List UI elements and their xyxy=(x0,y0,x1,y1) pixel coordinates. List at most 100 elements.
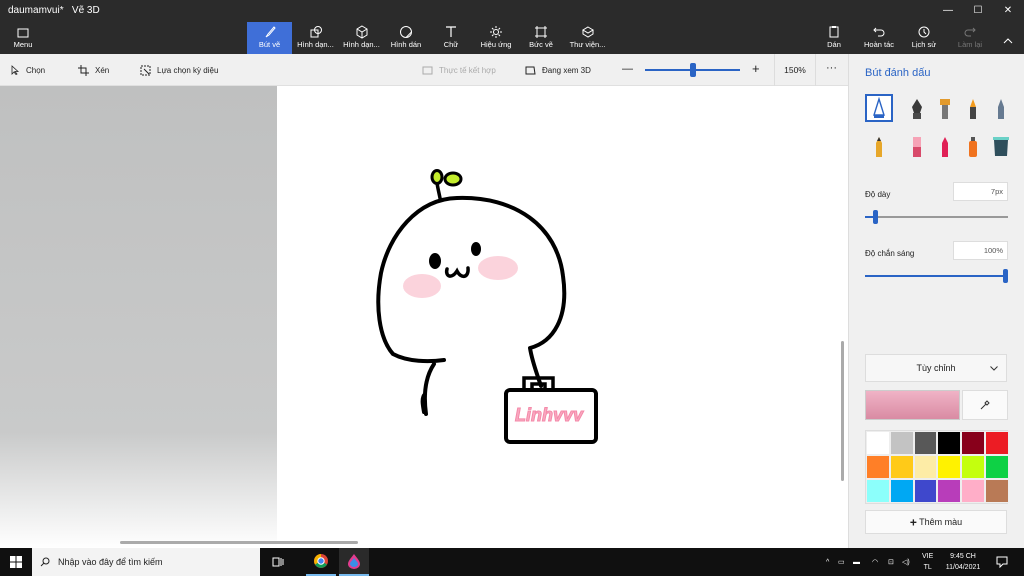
zoom-value[interactable]: 150% xyxy=(774,54,816,86)
crayon-icon xyxy=(942,137,948,157)
zoom-slider-thumb[interactable] xyxy=(689,63,696,77)
doodle-drawing: Linhvvv xyxy=(376,169,598,444)
tool-2d-shapes[interactable]: Hình dạn... xyxy=(293,22,338,54)
history-button[interactable]: Lịch sử xyxy=(906,22,942,54)
task-view-button[interactable] xyxy=(263,548,293,576)
chevron-down-icon xyxy=(990,366,998,371)
color-swatch[interactable] xyxy=(913,431,938,455)
keyboard-icon[interactable]: ▭ xyxy=(838,548,845,576)
tool-canvas[interactable]: Bức vẽ xyxy=(520,22,562,54)
crop-button[interactable]: Xén xyxy=(78,62,109,78)
color-swatch[interactable] xyxy=(889,431,914,455)
spray-can-brush[interactable] xyxy=(959,132,987,160)
horizontal-scrollbar[interactable] xyxy=(120,541,358,544)
network-icon[interactable]: ⊡ xyxy=(888,548,894,576)
pixel-pen-brush[interactable] xyxy=(987,94,1015,122)
color-swatch[interactable] xyxy=(913,455,938,479)
pixel-pen-icon xyxy=(998,99,1004,119)
workspace-background xyxy=(0,86,277,548)
undo-button[interactable]: Hoàn tác xyxy=(860,22,898,54)
oil-brush[interactable] xyxy=(931,94,959,122)
paste-icon xyxy=(820,22,848,40)
marker-brush[interactable] xyxy=(865,94,893,122)
crayon-brush[interactable] xyxy=(931,132,959,160)
color-swatch[interactable] xyxy=(913,479,938,503)
wifi-icon[interactable]: ◠ xyxy=(872,548,878,576)
tool-effects[interactable]: Hiệu ứng xyxy=(475,22,517,54)
redo-button[interactable]: Làm lại xyxy=(952,22,988,54)
cursor-icon xyxy=(11,65,20,75)
tool-brushes[interactable]: Bút vẽ xyxy=(247,22,292,54)
color-palette xyxy=(865,430,1009,504)
collapse-ribbon-button[interactable] xyxy=(996,22,1020,54)
thickness-slider[interactable] xyxy=(865,216,1008,218)
color-swatch[interactable] xyxy=(866,431,890,455)
chrome-taskbar-button[interactable] xyxy=(306,548,336,576)
drawing-canvas[interactable]: Linhvvv xyxy=(277,86,847,548)
tool-stickers[interactable]: Hình dán xyxy=(385,22,427,54)
thickness-slider-thumb[interactable] xyxy=(873,210,878,224)
color-swatch[interactable] xyxy=(937,455,962,479)
canvas-icon xyxy=(520,22,562,40)
mixed-reality-button[interactable]: Thực tế kết hợp xyxy=(422,62,496,78)
thickness-input[interactable]: 7px xyxy=(953,182,1008,201)
opacity-slider[interactable] xyxy=(865,275,1008,277)
pencil-icon xyxy=(876,137,882,157)
color-swatch[interactable] xyxy=(961,431,985,455)
task-view-icon xyxy=(272,557,284,567)
paint3d-taskbar-button[interactable] xyxy=(339,548,369,576)
color-swatch[interactable] xyxy=(889,479,914,503)
paste-button[interactable]: Dán xyxy=(820,22,848,54)
more-button[interactable]: ··· xyxy=(826,60,837,76)
2d-shapes-icon xyxy=(293,22,338,40)
title-and-ribbon: daumamvui* Vẽ 3D — ☐ ✕ Menu Bút vẽ Hình … xyxy=(0,0,1024,54)
magic-select-button[interactable]: Lựa chọn kỳ diệu xyxy=(140,62,218,78)
add-color-button[interactable]: + Thêm màu xyxy=(865,510,1007,534)
eyedropper-button[interactable] xyxy=(962,390,1008,420)
tool-3d-library[interactable]: Thư viện... xyxy=(565,22,610,54)
zoom-in-button[interactable]: + xyxy=(752,60,760,76)
color-swatch[interactable] xyxy=(984,455,1009,479)
magic-select-icon xyxy=(140,65,151,75)
tool-text[interactable]: Chữ xyxy=(430,22,472,54)
color-swatch[interactable] xyxy=(984,479,1009,503)
eraser-brush[interactable] xyxy=(903,132,931,160)
color-swatch[interactable] xyxy=(961,455,985,479)
chevron-up-icon xyxy=(996,22,1020,44)
volume-icon[interactable]: ◁) xyxy=(902,548,910,576)
tray-chevron[interactable]: ^ xyxy=(826,548,829,576)
view-3d-button[interactable]: Đang xem 3D xyxy=(525,62,591,78)
color-swatch[interactable] xyxy=(984,431,1009,455)
color-swatch[interactable] xyxy=(866,455,890,479)
battery-icon[interactable]: ▬ xyxy=(853,548,860,576)
tool-3d-shapes[interactable]: Hình dạn... xyxy=(339,22,384,54)
brush-panel: Bút đánh dấu Độ dày 7px Độ chắn sáng 100… xyxy=(848,54,1024,548)
watercolor-brush[interactable] xyxy=(959,94,987,122)
select-button[interactable]: Chọn xyxy=(10,62,45,78)
calligraphy-pen-brush[interactable] xyxy=(903,94,931,122)
zoom-out-button[interactable]: — xyxy=(622,61,633,77)
opacity-input[interactable]: 100% xyxy=(953,241,1008,260)
color-swatch[interactable] xyxy=(866,479,890,503)
notification-button[interactable] xyxy=(996,548,1008,576)
language-indicator[interactable]: VIE TL xyxy=(922,548,933,576)
color-swatch[interactable] xyxy=(889,455,914,479)
fill-bucket-icon xyxy=(993,137,1009,156)
start-button[interactable] xyxy=(0,548,32,576)
fill-bucket-brush[interactable] xyxy=(987,132,1015,160)
color-swatch[interactable] xyxy=(961,479,985,503)
color-swatch[interactable] xyxy=(937,431,962,455)
color-swatch[interactable] xyxy=(937,479,962,503)
texture-dropdown[interactable]: Tùy chỉnh xyxy=(865,354,1007,382)
minimize-button[interactable]: — xyxy=(934,2,962,20)
clock[interactable]: 9:45 CH 11/04/2021 xyxy=(944,548,982,576)
current-color-swatch[interactable] xyxy=(865,390,960,420)
taskbar-search[interactable]: Nhập vào đây để tìm kiếm xyxy=(32,548,260,576)
vertical-scrollbar[interactable] xyxy=(841,341,844,481)
close-button[interactable]: ✕ xyxy=(994,2,1022,20)
opacity-slider-thumb[interactable] xyxy=(1003,269,1008,283)
menu-button[interactable]: Menu xyxy=(6,22,40,54)
pencil-brush[interactable] xyxy=(865,132,893,160)
maximize-button[interactable]: ☐ xyxy=(964,2,992,20)
workspace[interactable]: Linhvvv xyxy=(0,86,848,548)
